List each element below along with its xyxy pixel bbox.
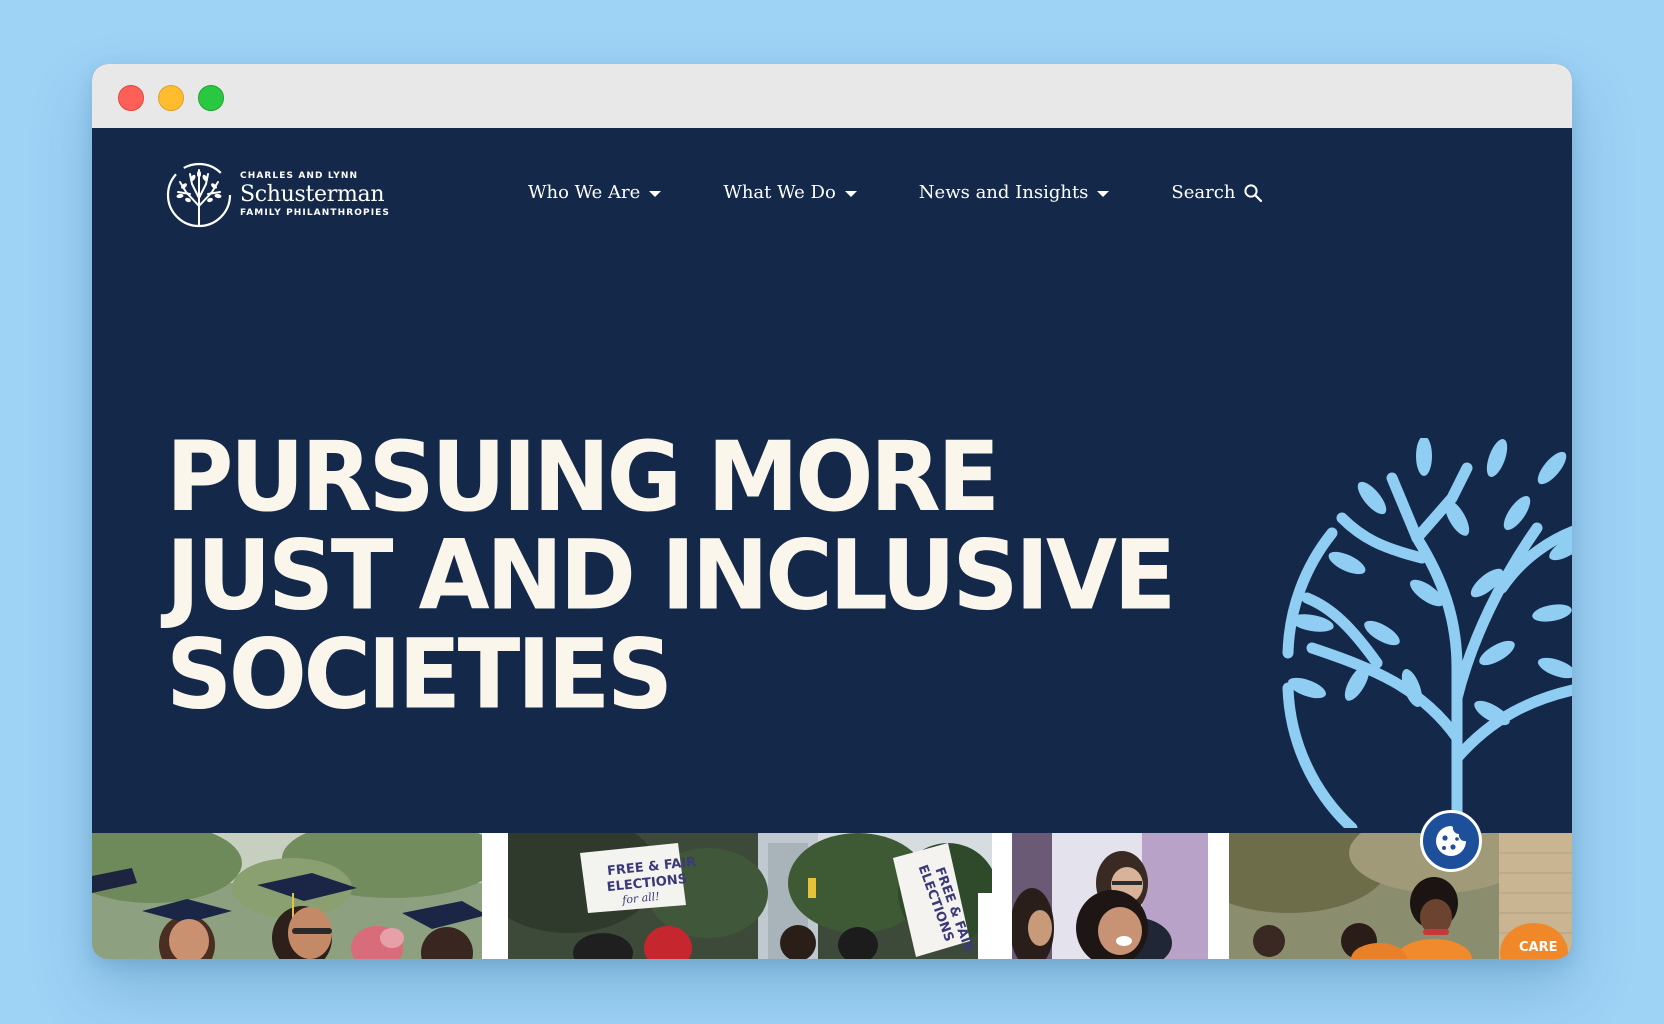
tree-icon [166,162,232,228]
logo-line-1: CHARLES AND LYNN [240,171,359,181]
decorative-tree-graphic [1282,438,1572,828]
logo-line-3: FAMILY PHILANTHROPIES [240,208,391,218]
chevron-down-icon [649,190,662,197]
search-button[interactable]: Search [1171,182,1263,203]
search-label: Search [1171,182,1236,203]
maximize-window-button[interactable] [198,85,224,111]
logo-line-2: Schusterman [240,182,385,207]
main-nav: Who We Are What We Do News and Insights … [528,182,1325,203]
cookie-settings-button[interactable] [1420,810,1482,872]
photo-volunteers: CARE [1229,833,1572,959]
site-logo[interactable]: CHARLES AND LYNN Schusterman FAMILY PHIL… [166,162,390,228]
hero-line-1: PURSUING MORE [166,420,1000,533]
minimize-window-button[interactable] [158,85,184,111]
nav-news-and-insights[interactable]: News and Insights [919,182,1110,203]
nav-label: News and Insights [918,182,1089,203]
close-window-button[interactable] [118,85,144,111]
nav-who-we-are[interactable]: Who We Are [528,182,662,203]
hero-line-2: JUST AND INCLUSIVE [166,519,1176,632]
shirt-text: CARE [1519,940,1558,955]
chevron-down-icon [1097,190,1110,197]
hero-heading: PURSUING MORE JUST AND INCLUSIVE SOCIETI… [166,420,1176,731]
cookie-icon [1436,826,1466,856]
chevron-down-icon [844,190,857,197]
page-content: CHARLES AND LYNN Schusterman FAMILY PHIL… [92,128,1572,959]
nav-what-we-do[interactable]: What We Do [723,182,857,203]
photo-smiling-women [1012,833,1208,959]
title-bar [92,64,1572,129]
browser-window: CHARLES AND LYNN Schusterman FAMILY PHIL… [92,64,1572,959]
nav-label: What We Do [723,182,836,203]
photo-election-rally: FREE & FAIR ELECTIONS for all! FREE & FA… [508,833,992,959]
search-icon [1244,183,1263,202]
nav-label: Who We Are [528,182,641,203]
photo-graduates [92,833,482,959]
photo-strip: FREE & FAIR ELECTIONS for all! FREE & FA… [92,833,1572,959]
hero-line-3: SOCIETIES [166,618,673,731]
